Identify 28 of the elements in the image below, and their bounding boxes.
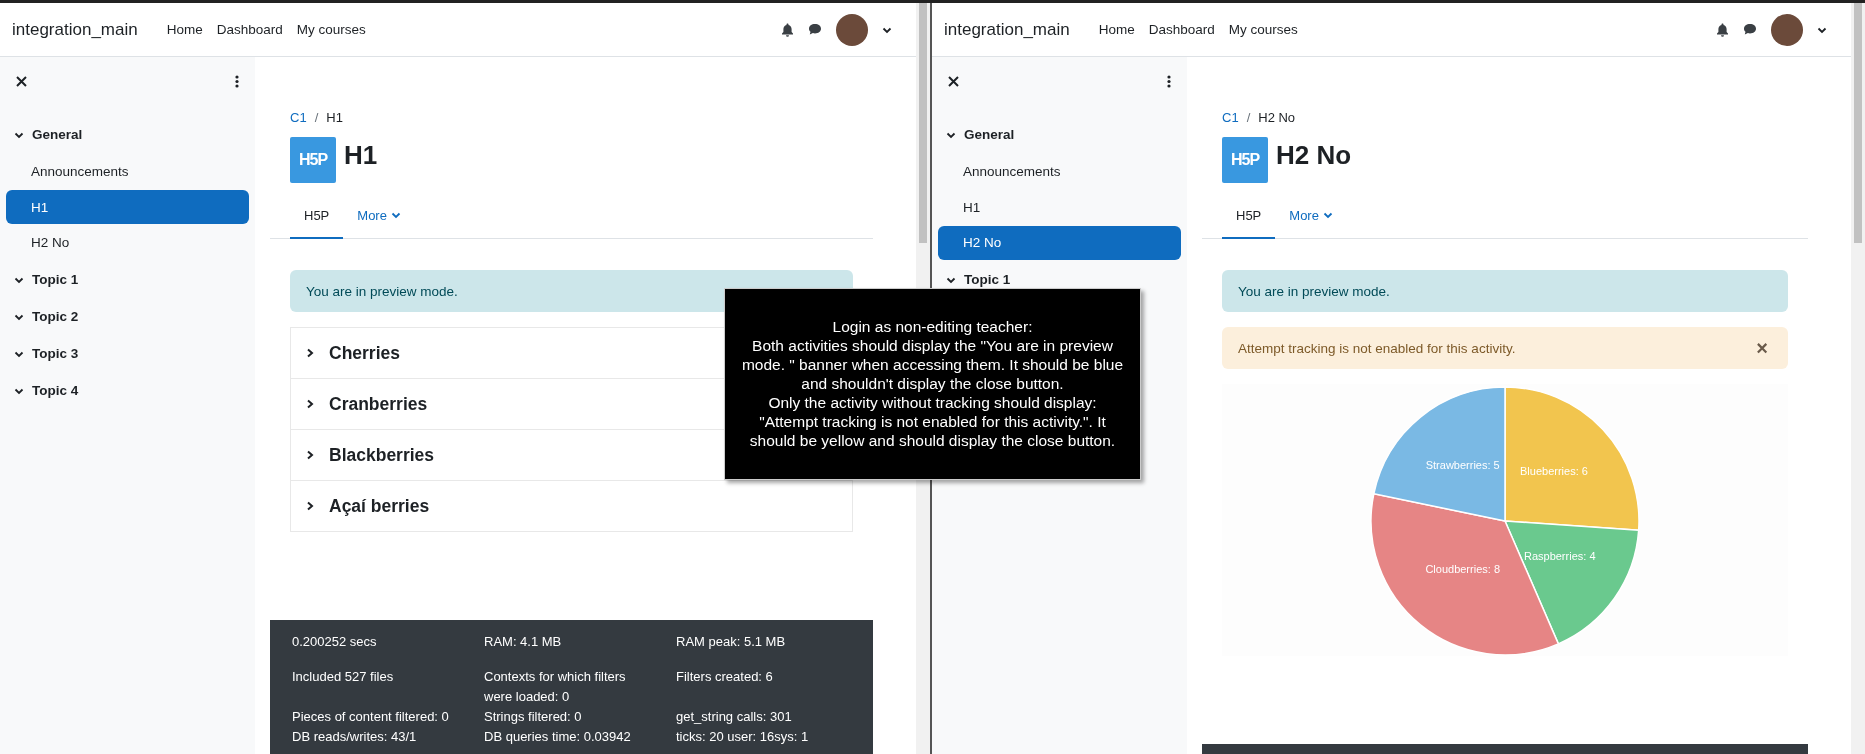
- performance-stat: Filters created: 6: [676, 668, 774, 686]
- instruction-tooltip: Login as non-editing teacher: Both activities should display the "You are in preview mode. " banner when accessing them. It should be blue and shouldn't display the close button. Only the activity without tracking should display: "Attempt tracking is not enabled for this activity.". It should be yellow and should display the close button.: [724, 288, 1141, 480]
- page-title: H2 No: [1276, 139, 1352, 172]
- page-title: H1: [344, 139, 378, 172]
- alert-text: You are in preview mode.: [306, 283, 458, 299]
- breadcrumb-separator: /: [1246, 109, 1251, 125]
- alert-text: Attempt tracking is not enabled for this activity.: [1238, 340, 1516, 356]
- slice-label: Cloudberries: 8: [1425, 562, 1501, 575]
- breadcrumb-current: H2 No: [1258, 109, 1296, 125]
- performance-stat: DB queries time: 0.03942: [484, 728, 632, 746]
- performance-stat: DB reads/writes: 43/1: [292, 728, 418, 746]
- breadcrumb-separator: /: [314, 109, 319, 125]
- h5p-logo: H5P: [290, 137, 336, 183]
- performance-stat: get_string calls: 301: [676, 708, 793, 726]
- breadcrumb-current: H1: [326, 109, 343, 125]
- performance-stat: Included 527 files: [292, 668, 395, 686]
- performance-stat: RAM: 4.1 MB: [484, 633, 563, 651]
- h5p-logo: H5P: [1222, 137, 1268, 183]
- performance-stat: Contexts for which filters were loaded: 0: [484, 668, 627, 706]
- performance-stat: Strings filtered: 0: [484, 708, 583, 726]
- performance-stat: Pieces of content filtered: 0: [292, 708, 450, 726]
- performance-stat: RAM peak: 5.1 MB: [676, 633, 787, 651]
- slice-label: Raspberries: 4: [1523, 549, 1596, 562]
- performance-stat: ticks: 20 user: 16sys: 1: [676, 728, 810, 746]
- alert-text: You are in preview mode.: [1238, 283, 1390, 299]
- performance-stat: 0.200252 secs: [292, 633, 378, 651]
- slice-label: Strawberries: 5: [1425, 459, 1500, 472]
- slice-label: Blueberries: 6: [1520, 465, 1588, 478]
